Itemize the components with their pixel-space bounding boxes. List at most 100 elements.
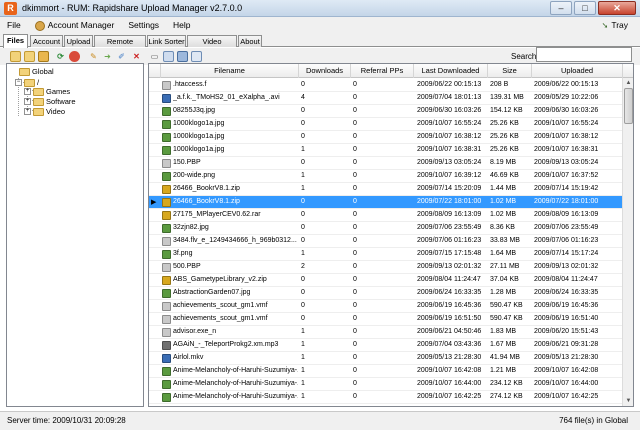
table-row[interactable]: 32zjn82.jpg 0 0 2009/07/06 23:55:49 8.36 KB 2… — [149, 222, 623, 235]
table-row[interactable]: AGAiN_-_TeleportProkg2.xm.mp3 1 0 2009/07/0… — [149, 339, 623, 352]
image-file-icon — [162, 393, 171, 402]
cell-name: 3f.png — [173, 250, 193, 257]
image-file-icon — [162, 107, 171, 116]
table-row[interactable]: ABS_GametypeLibrary_v2.zip 0 0 2009/08/04 1… — [149, 274, 623, 287]
collapse-icon[interactable]: − — [15, 79, 22, 86]
table-row[interactable]: 500.PBP 2 0 2009/09/13 02:01:32 27.11 MB 2009… — [149, 261, 623, 274]
cell-ref: 0 — [353, 367, 357, 374]
table-row[interactable]: 200-wide.png 1 0 2009/10/07 16:39:12 46.69 K… — [149, 170, 623, 183]
expand-icon[interactable]: + — [24, 108, 31, 115]
open-folder-icon[interactable] — [24, 51, 35, 62]
edit-icon[interactable]: ✐ — [116, 51, 127, 62]
folder-icon[interactable] — [38, 51, 49, 62]
save-icon[interactable] — [177, 51, 188, 62]
table-row[interactable]: 26466_BookrV8.1.zip 1 0 2009/07/14 15:20:09… — [149, 183, 623, 196]
table-row[interactable]: 1000klogo1a.jpg 0 0 2009/10/07 16:55:24 25.2… — [149, 118, 623, 131]
cell-last: 2009/07/06 01:16:23 — [417, 237, 482, 244]
menu-help[interactable]: Help — [166, 17, 197, 34]
cell-downloads: 0 — [301, 224, 305, 231]
print-icon[interactable]: ▭ — [149, 51, 160, 62]
tab-upload[interactable]: Upload — [64, 35, 93, 47]
current-row-icon: ▶ — [151, 199, 157, 206]
table-row[interactable]: .htaccess.f 0 0 2009/06/22 00:15:13 208 B 200… — [149, 79, 623, 92]
tab-about[interactable]: About — [238, 35, 262, 47]
column-header-filename[interactable]: Filename — [161, 64, 299, 78]
cell-ref: 0 — [353, 263, 357, 270]
app-icon[interactable]: R — [4, 2, 17, 15]
cell-uploaded: 2009/06/20 15:51:43 — [534, 328, 599, 335]
cell-size: 25.26 KB — [490, 133, 519, 140]
tab-files[interactable]: Files — [3, 34, 28, 48]
expand-icon[interactable]: + — [24, 98, 31, 105]
tab-link-sorter[interactable]: Link Sorter — [147, 35, 186, 47]
cell-downloads: 0 — [301, 276, 305, 283]
cell-name: 1000klogo1a.jpg — [173, 120, 225, 127]
file-count: 764 file(s) in Global — [559, 416, 628, 425]
tab-account[interactable]: Account — [30, 35, 63, 47]
menu-file[interactable]: File — [0, 17, 28, 34]
column-header-size[interactable]: Size — [488, 64, 532, 78]
cell-name: achievements_scout_gm1.vmf — [173, 315, 268, 322]
tray-button[interactable]: ➘ Tray — [602, 17, 628, 34]
scroll-thumb[interactable] — [624, 88, 633, 124]
table-row[interactable]: achievements_scout_gm1.vmf 0 0 2009/06/19 1… — [149, 300, 623, 313]
vertical-scrollbar[interactable]: ▲ ▼ — [622, 78, 633, 406]
cell-downloads: 0 — [301, 198, 305, 205]
folder-icon — [19, 67, 30, 76]
table-row[interactable]: Anime-Melancholy-of-Haruhi-Suzumiya-... 1… — [149, 378, 623, 391]
table-row[interactable]: Anime-Melancholy-of-Haruhi-Suzumiya-... 1… — [149, 365, 623, 378]
column-header-last-downloaded[interactable]: Last Downloaded — [414, 64, 488, 78]
title-bar: R dkimmort - RUM: Rapidshare Upload Mana… — [0, 0, 640, 17]
maximize-button[interactable]: □ — [574, 1, 596, 15]
table-row[interactable]: Anime-Melancholy-of-Haruhi-Suzumiya-... 1… — [149, 391, 623, 404]
tab-video-streamer[interactable]: Video Streamer — [187, 35, 237, 57]
table-row[interactable]: 08255J3q.jpg 0 0 2009/06/30 16:03:26 154.12 … — [149, 105, 623, 118]
cell-name: Anime-Melancholy-of-Haruhi-Suzumiya-... — [173, 380, 298, 387]
tree-node-global[interactable]: Global — [19, 66, 54, 77]
search-input[interactable] — [536, 47, 632, 62]
archive-file-icon — [162, 276, 171, 285]
tab-remote-uploads[interactable]: Remote Uploads — [94, 35, 146, 57]
image-file-icon — [162, 133, 171, 142]
cell-size: 1.44 MB — [490, 185, 517, 192]
user-icon — [34, 20, 45, 31]
cell-size: 1.83 MB — [490, 328, 517, 335]
column-header-uploaded[interactable]: Uploaded — [532, 64, 623, 78]
table-row[interactable]: _a.f.k._TMoHS2_01_eXalpha_.avi 4 0 2009/07/… — [149, 92, 623, 105]
table-row[interactable]: 150.PBP 0 0 2009/09/13 03:05:24 8.19 MB 2009/… — [149, 157, 623, 170]
rename-icon[interactable]: ✎ — [88, 51, 99, 62]
cell-uploaded: 2009/10/07 16:38:31 — [534, 146, 599, 153]
table-row[interactable]: AbstractionGarden07.jpg 0 0 2009/06/24 16:3… — [149, 287, 623, 300]
table-row[interactable]: ▶ 26466_BookrV8.1.zip 0 0 2009/07/22 18:01:0… — [149, 196, 623, 209]
move-icon[interactable]: ➜ — [102, 51, 113, 62]
table-row[interactable]: advisor.exe_n 1 0 2009/06/21 04:50:46 1.83 M… — [149, 326, 623, 339]
menu-settings[interactable]: Settings — [121, 17, 166, 34]
close-button[interactable]: ✕ — [598, 1, 636, 15]
tree-node-video[interactable]: + Video — [24, 106, 65, 117]
table-row[interactable]: 27175_MPlayerCEV0.62.rar 0 0 2009/08/09 16:… — [149, 209, 623, 222]
table-row[interactable]: 3f.png 1 0 2009/07/15 17:15:48 1.64 MB 2009/0… — [149, 248, 623, 261]
minimize-button[interactable]: – — [550, 1, 572, 15]
copy-icon[interactable] — [163, 51, 174, 62]
column-header-referral[interactable]: Referral PPs — [351, 64, 414, 78]
menu-account-manager[interactable]: Account Manager — [28, 17, 122, 34]
cell-name: 1000klogo1a.jpg — [173, 133, 225, 140]
column-header-downloads[interactable]: Downloads — [299, 64, 351, 78]
stop-icon[interactable] — [69, 51, 80, 62]
expand-icon[interactable]: + — [24, 88, 31, 95]
table-row[interactable]: 1000klogo1a.jpg 0 0 2009/10/07 16:38:12 25.2… — [149, 131, 623, 144]
table-row[interactable]: Airlol.mkv 1 0 2009/05/13 21:28:30 41.94 MB 2… — [149, 352, 623, 365]
scroll-up-icon[interactable]: ▲ — [623, 78, 633, 88]
cell-size: 208 B — [490, 81, 509, 88]
refresh-icon[interactable]: ⟳ — [55, 51, 66, 62]
export-icon[interactable] — [191, 51, 202, 62]
table-row[interactable]: 1000klogo1a.jpg 1 0 2009/10/07 16:38:31 25.2… — [149, 144, 623, 157]
server-time: Server time: 2009/10/31 20:09:28 — [7, 416, 126, 425]
cell-ref: 0 — [353, 107, 357, 114]
new-folder-icon[interactable] — [10, 51, 21, 62]
table-row[interactable]: achievements_scout_gm1.vmf 0 0 2009/06/19 1… — [149, 313, 623, 326]
cell-downloads: 0 — [301, 211, 305, 218]
table-row[interactable]: 3484.flv_e_1249434666_h_969b0312... 0 0 200… — [149, 235, 623, 248]
delete-icon[interactable]: ✕ — [131, 51, 142, 62]
scroll-down-icon[interactable]: ▼ — [623, 396, 633, 406]
